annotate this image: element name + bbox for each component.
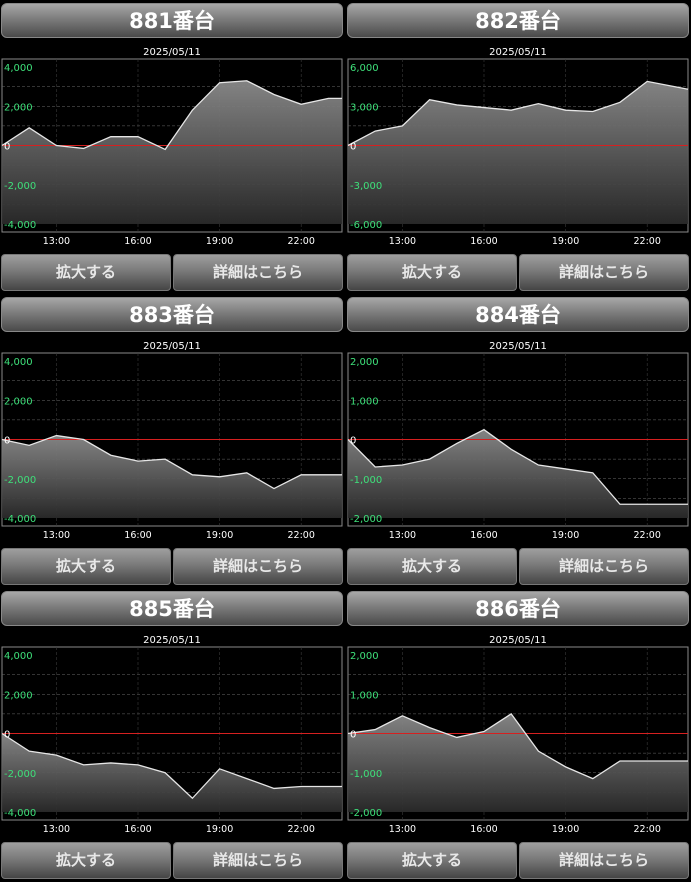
y-tick-label: 0 (4, 730, 10, 741)
machine-panel: 883番台 2025/05/11 4,000 2,000 0 -2,000 -4,000 13… (0, 294, 344, 588)
zoom-button[interactable]: 拡大する (1, 254, 171, 291)
y-tick-label: -2,000 (350, 808, 382, 819)
chart-date: 2025/05/11 (489, 47, 547, 58)
detail-button[interactable]: 詳細はこちら (173, 842, 343, 879)
graph-chart: 2025/05/11 2,000 1,000 0 -1,000 -2,000 13:00 16… (347, 341, 689, 541)
x-tick-label: 16:00 (470, 824, 497, 835)
x-tick-label: 13:00 (389, 530, 416, 541)
zoom-button[interactable]: 拡大する (347, 548, 517, 585)
y-tick-label: -6,000 (350, 220, 382, 231)
y-tick-label: -1,000 (350, 769, 382, 780)
chart-date: 2025/05/11 (489, 341, 547, 352)
x-tick-label: 16:00 (124, 530, 151, 541)
detail-button[interactable]: 詳細はこちら (173, 254, 343, 291)
x-tick-label: 13:00 (389, 236, 416, 247)
x-tick-label: 19:00 (552, 530, 579, 541)
x-tick-label: 22:00 (634, 236, 661, 247)
machine-panel: 885番台 2025/05/11 4,000 2,000 0 -2,000 -4,000 13… (0, 588, 344, 882)
zoom-button[interactable]: 拡大する (1, 548, 171, 585)
graph-chart: 2025/05/11 4,000 2,000 0 -2,000 -4,000 13:00 16… (1, 341, 343, 541)
x-tick-label: 16:00 (124, 236, 151, 247)
y-tick-label: -2,000 (4, 181, 36, 192)
y-tick-label: -3,000 (350, 181, 382, 192)
graph-chart: 2025/05/11 4,000 2,000 0 -2,000 -4,000 13:00 16… (1, 635, 343, 835)
y-tick-label: -2,000 (4, 475, 36, 486)
graph-chart: 2025/05/11 4,000 2,000 0 -2,000 -4,000 13:00 16… (1, 47, 343, 247)
x-tick-label: 19:00 (206, 824, 233, 835)
y-tick-label: 6,000 (350, 63, 379, 74)
y-tick-label: 4,000 (4, 357, 33, 368)
y-tick-label: 0 (4, 142, 10, 153)
y-tick-label: 1,000 (350, 690, 379, 701)
panel-title: 884番台 (347, 297, 689, 332)
chart-date: 2025/05/11 (143, 47, 201, 58)
x-tick-label: 22:00 (288, 530, 315, 541)
x-tick-label: 13:00 (43, 530, 70, 541)
y-tick-label: 2,000 (350, 651, 379, 662)
y-tick-label: 3,000 (350, 102, 379, 113)
chart-date: 2025/05/11 (489, 635, 547, 646)
machine-panel: 884番台 2025/05/11 2,000 1,000 0 -1,000 -2,000 13… (346, 294, 690, 588)
panel-title: 886番台 (347, 591, 689, 626)
y-tick-label: 0 (4, 436, 10, 447)
x-tick-label: 13:00 (389, 824, 416, 835)
x-tick-label: 16:00 (124, 824, 151, 835)
zoom-button[interactable]: 拡大する (1, 842, 171, 879)
x-tick-label: 16:00 (470, 530, 497, 541)
panel-title: 883番台 (1, 297, 343, 332)
zoom-button[interactable]: 拡大する (347, 254, 517, 291)
y-tick-label: -4,000 (4, 514, 36, 525)
y-tick-label: -2,000 (4, 769, 36, 780)
zoom-button[interactable]: 拡大する (347, 842, 517, 879)
x-tick-label: 22:00 (288, 236, 315, 247)
y-tick-label: -4,000 (4, 808, 36, 819)
panel-title: 882番台 (347, 3, 689, 38)
x-tick-label: 19:00 (552, 824, 579, 835)
graph-chart: 2025/05/11 2,000 1,000 0 -1,000 -2,000 13:00 16… (347, 635, 689, 835)
y-tick-label: -4,000 (4, 220, 36, 231)
machine-panel: 882番台 2025/05/11 6,000 3,000 0 -3,000 -6,000 13… (346, 0, 690, 294)
chart-date: 2025/05/11 (143, 341, 201, 352)
x-tick-label: 19:00 (206, 530, 233, 541)
y-tick-label: 0 (350, 142, 356, 153)
x-tick-label: 22:00 (288, 824, 315, 835)
chart-date: 2025/05/11 (143, 635, 201, 646)
detail-button[interactable]: 詳細はこちら (173, 548, 343, 585)
y-tick-label: 2,000 (350, 357, 379, 368)
y-tick-label: 2,000 (4, 396, 33, 407)
machine-panel: 881番台 2025/05/11 4,000 2,000 0 -2,000 -4,000 13… (0, 0, 344, 294)
y-tick-label: 4,000 (4, 63, 33, 74)
x-tick-label: 16:00 (470, 236, 497, 247)
detail-button[interactable]: 詳細はこちら (519, 254, 689, 291)
x-tick-label: 22:00 (634, 530, 661, 541)
x-tick-label: 19:00 (552, 236, 579, 247)
graph-chart: 2025/05/11 6,000 3,000 0 -3,000 -6,000 13:00 16… (347, 47, 689, 247)
y-tick-label: 0 (350, 436, 356, 447)
x-tick-label: 19:00 (206, 236, 233, 247)
x-tick-label: 22:00 (634, 824, 661, 835)
y-tick-label: 0 (350, 730, 356, 741)
detail-button[interactable]: 詳細はこちら (519, 548, 689, 585)
y-tick-label: 2,000 (4, 690, 33, 701)
panel-title: 881番台 (1, 3, 343, 38)
detail-button[interactable]: 詳細はこちら (519, 842, 689, 879)
x-tick-label: 13:00 (43, 236, 70, 247)
y-tick-label: 4,000 (4, 651, 33, 662)
machine-panel: 886番台 2025/05/11 2,000 1,000 0 -1,000 -2,000 13… (346, 588, 690, 882)
y-tick-label: 2,000 (4, 102, 33, 113)
y-tick-label: 1,000 (350, 396, 379, 407)
y-tick-label: -1,000 (350, 475, 382, 486)
x-tick-label: 13:00 (43, 824, 70, 835)
panel-title: 885番台 (1, 591, 343, 626)
y-tick-label: -2,000 (350, 514, 382, 525)
